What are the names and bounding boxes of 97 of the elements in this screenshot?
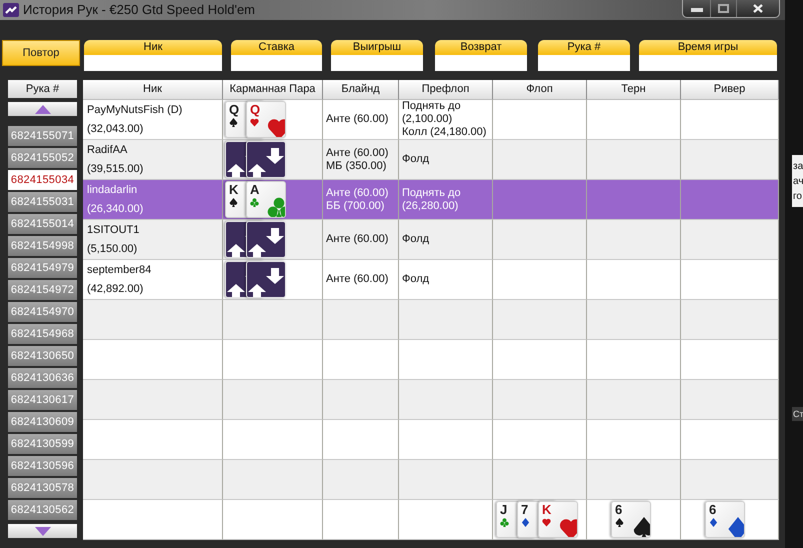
hand-list-item[interactable]: 6824154970 bbox=[8, 302, 77, 322]
hand-list-item[interactable]: 6824155031 bbox=[8, 192, 77, 212]
preflop-action: Фолд bbox=[402, 273, 430, 286]
hand-list-item[interactable]: 6824154998 bbox=[8, 236, 77, 256]
blind-action: Анте (60.00) bbox=[326, 233, 390, 246]
filter-field[interactable] bbox=[331, 55, 423, 71]
heart-icon bbox=[250, 118, 259, 127]
minimize-icon bbox=[690, 6, 702, 12]
blind-action: Анте (60.00) bbox=[326, 113, 390, 126]
preflop-action: Фолд bbox=[402, 153, 430, 166]
hand-list-item[interactable]: 6824155014 bbox=[8, 214, 77, 234]
hand-list-item[interactable]: 6824130609 bbox=[8, 412, 77, 432]
scroll-down-button[interactable] bbox=[8, 524, 77, 538]
hand-list-item[interactable]: 6824130562 bbox=[8, 500, 77, 520]
player-stack: (5,150.00) bbox=[87, 242, 138, 257]
filter-label: Возврат bbox=[435, 40, 527, 55]
filter-label: Рука # bbox=[538, 40, 630, 55]
player-name: september84 bbox=[87, 263, 152, 278]
hand-list-item[interactable]: 6824130599 bbox=[8, 434, 77, 454]
filter-label: Ставка bbox=[231, 40, 322, 55]
hand-list-item[interactable]: 6824130578 bbox=[8, 478, 77, 498]
card-rank: 7 bbox=[521, 502, 528, 517]
filter-field[interactable] bbox=[538, 55, 630, 71]
scroll-up-button[interactable] bbox=[8, 102, 77, 116]
card-rank: Q bbox=[250, 102, 260, 117]
preflop-action: Поднять до (2,100.00) bbox=[402, 100, 462, 126]
triangle-up-icon bbox=[34, 104, 50, 114]
spade-icon bbox=[229, 118, 238, 127]
blind-action: Анте (60.00) bbox=[326, 273, 390, 286]
player-name: PayMyNutsFish (D) bbox=[87, 103, 184, 118]
filter-field[interactable] bbox=[639, 55, 777, 71]
filter-label: Ник bbox=[84, 40, 222, 55]
card-rank: K bbox=[542, 502, 552, 517]
filter-field[interactable] bbox=[84, 55, 222, 71]
blind-action: Анте (60.00) bbox=[326, 186, 390, 200]
preflop-action: Поднять до (26,280.00) bbox=[402, 186, 462, 212]
hand-list-item[interactable]: 6824130650 bbox=[8, 346, 77, 366]
card-rank: K bbox=[229, 182, 238, 197]
table-cell[interactable]: 1SITOUT1 (5,150.00) bbox=[83, 220, 223, 260]
replay-button[interactable]: Повтор bbox=[2, 40, 80, 66]
club-icon bbox=[250, 198, 259, 207]
player-stack: (42,892.00) bbox=[87, 282, 144, 297]
hand-list-item[interactable]: 6824130596 bbox=[8, 456, 77, 476]
column-header[interactable]: Рука # bbox=[8, 80, 77, 98]
table-cell[interactable]: september84 (42,892.00) bbox=[83, 260, 223, 300]
hand-list-item[interactable]: 6824155034 bbox=[8, 170, 77, 190]
blind-action: Анте (60.00) bbox=[326, 146, 390, 160]
diamond-icon bbox=[709, 518, 718, 527]
background-text: за bbox=[793, 161, 803, 173]
diamond-icon bbox=[521, 518, 530, 527]
preflop-action: Колл (24,180.00) bbox=[402, 126, 488, 139]
window-title: История Рук - €250 Gtd Speed Hold'em bbox=[23, 1, 256, 19]
filter-label: Выигрыш bbox=[331, 40, 423, 55]
player-name: RadifAA bbox=[87, 143, 128, 158]
column-header[interactable]: Ник bbox=[83, 80, 223, 100]
hand-list-item[interactable]: 6824155052 bbox=[8, 148, 77, 168]
hand-list-item[interactable]: 6824154979 bbox=[8, 258, 77, 278]
hand-list-item[interactable]: 6824154972 bbox=[8, 280, 77, 300]
app-icon bbox=[3, 3, 19, 17]
filter-field[interactable] bbox=[231, 55, 322, 71]
column-header[interactable]: Карманная Пара bbox=[223, 80, 323, 100]
spade-icon bbox=[229, 198, 238, 207]
card-rank: Q bbox=[229, 102, 240, 117]
maximize-icon bbox=[718, 4, 729, 13]
card-rank: A bbox=[250, 182, 260, 197]
player-stack: (32,043.00) bbox=[87, 122, 144, 137]
player-name: 1SITOUT1 bbox=[87, 223, 140, 238]
column-header[interactable]: Блайнд bbox=[323, 80, 399, 100]
card-rank: 6 bbox=[615, 502, 622, 517]
player-stack: (39,515.00) bbox=[87, 162, 144, 177]
blind-action: МБ (350.00) bbox=[326, 160, 388, 172]
close-icon bbox=[753, 4, 763, 13]
table-cell[interactable]: PayMyNutsFish (D) (32,043.00) bbox=[83, 100, 223, 140]
hand-list-item[interactable]: 6824154968 bbox=[8, 324, 77, 344]
player-stack: (26,340.00) bbox=[87, 202, 144, 217]
triangle-down-icon bbox=[34, 526, 50, 536]
blind-action: ББ (700.00) bbox=[326, 200, 386, 212]
spade-icon bbox=[615, 518, 624, 527]
club-icon bbox=[500, 518, 509, 527]
column-header[interactable]: Терн bbox=[587, 80, 681, 100]
filter-field[interactable] bbox=[435, 55, 527, 71]
heart-icon bbox=[542, 518, 551, 527]
card-rank: J bbox=[500, 502, 508, 517]
filter-label: Время игры bbox=[639, 40, 777, 55]
hand-list-item[interactable]: 6824130617 bbox=[8, 390, 77, 410]
table-cell[interactable]: RadifAA (39,515.00) bbox=[83, 140, 223, 180]
background-text: ач bbox=[793, 176, 803, 188]
preflop-action: Фолд bbox=[402, 233, 430, 246]
player-name: lindadarlin bbox=[87, 183, 138, 198]
background-text: го bbox=[793, 191, 803, 203]
table-cell[interactable]: lindadarlin (26,340.00) bbox=[83, 180, 223, 220]
column-header[interactable]: Ривер bbox=[681, 80, 779, 100]
column-header[interactable]: Флоп bbox=[493, 80, 587, 100]
hand-list-item[interactable]: 6824130636 bbox=[8, 368, 77, 388]
column-header[interactable]: Префлоп bbox=[399, 80, 493, 100]
hand-list-item[interactable]: 6824155071 bbox=[8, 126, 77, 146]
card-rank: 6 bbox=[709, 502, 716, 517]
